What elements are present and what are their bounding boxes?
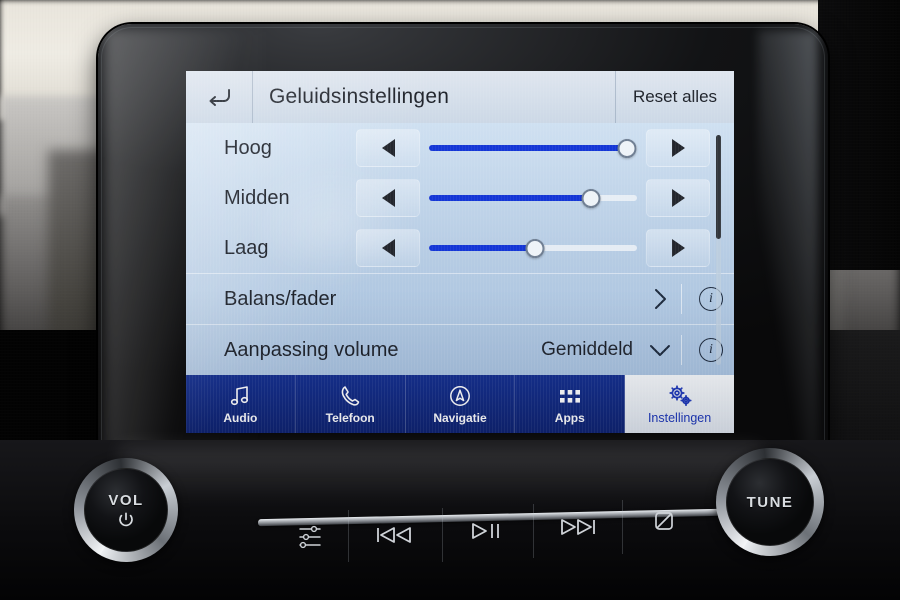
nav-item-navigatie[interactable]: Navigatie — [406, 375, 516, 433]
tune-knob[interactable]: TUNE — [716, 448, 824, 556]
console-glare — [120, 446, 760, 506]
equalizer-sliders-icon — [299, 525, 321, 549]
equalizer-button[interactable] — [284, 514, 336, 560]
triangle-right-icon — [671, 139, 685, 157]
previous-track-button[interactable] — [358, 512, 432, 558]
chevron-right-icon — [645, 288, 675, 310]
previous-track-icon — [377, 527, 411, 543]
nav-item-label: Telefoon — [325, 410, 375, 425]
reset-all-button[interactable]: Reset alles — [615, 71, 734, 123]
touchscreen-display[interactable]: Geluidsinstellingen Reset alles Hoog Mid… — [186, 71, 734, 433]
setting-label: Laag — [224, 236, 269, 259]
button-divider — [533, 504, 534, 558]
gears-icon — [667, 384, 693, 408]
tune-knob-label: TUNE — [746, 493, 794, 511]
mid-increase-button[interactable] — [646, 179, 710, 217]
nav-item-label: Instellingen — [647, 410, 712, 425]
bottom-navigation-bar: Audio Telefoon Navigatie Apps Instelling… — [186, 375, 734, 433]
settings-list: Hoog Midden Laag Balans/fader i Aanpassi… — [186, 123, 734, 375]
display-off-icon — [655, 512, 673, 530]
slider-handle[interactable] — [581, 188, 601, 208]
nav-item-instellingen[interactable]: Instellingen — [625, 375, 734, 433]
treble-decrease-button[interactable] — [356, 129, 420, 167]
slider-handle[interactable] — [525, 238, 545, 258]
volume-knob-label: VOL — [108, 491, 144, 509]
nav-item-label: Apps — [554, 410, 585, 425]
slider-fill — [429, 195, 592, 201]
slider-fill — [429, 145, 627, 151]
slider-fill — [429, 245, 536, 251]
center-console-panel: VOL TUNE — [0, 440, 900, 600]
mid-slider[interactable] — [429, 183, 637, 213]
chevron-down-icon — [645, 344, 675, 357]
music-note-icon — [228, 384, 252, 408]
display-off-button[interactable] — [630, 498, 698, 544]
compass-icon — [448, 384, 472, 408]
nav-item-label: Audio — [223, 410, 258, 425]
row-divider — [681, 335, 682, 365]
setting-row-treble: Hoog — [186, 123, 734, 173]
page-title: Geluidsinstellingen — [269, 85, 450, 108]
setting-value: Gemiddeld — [541, 339, 633, 360]
knob-face: VOL — [84, 468, 168, 552]
scrollbar-thumb[interactable] — [716, 135, 721, 239]
setting-label: Hoog — [224, 136, 272, 159]
setting-row-bass: Laag — [186, 223, 734, 273]
setting-row-volume-adjust[interactable]: Aanpassing volume Gemiddeld i — [186, 324, 734, 375]
next-track-button[interactable] — [540, 504, 614, 550]
treble-slider[interactable] — [429, 133, 637, 163]
triangle-left-icon — [381, 139, 395, 157]
power-icon — [119, 512, 133, 526]
scrollbar-track[interactable] — [716, 135, 721, 365]
knob-face: TUNE — [726, 458, 814, 546]
volume-knob[interactable]: VOL — [74, 458, 178, 562]
volume-adjust-info-button[interactable]: i — [688, 338, 734, 362]
setting-row-balance-fader[interactable]: Balans/fader i — [186, 273, 734, 324]
triangle-left-icon — [381, 189, 395, 207]
balance-fader-info-button[interactable]: i — [688, 287, 734, 311]
title-bar: Geluidsinstellingen Reset alles — [186, 71, 734, 124]
head-unit-bezel: Geluidsinstellingen Reset alles Hoog Mid… — [98, 24, 828, 472]
back-button[interactable] — [186, 71, 253, 123]
nav-item-label: Navigatie — [433, 410, 487, 425]
button-divider — [442, 508, 443, 562]
play-pause-icon — [472, 523, 499, 539]
apps-grid-icon — [558, 384, 582, 408]
nav-item-apps[interactable]: Apps — [515, 375, 626, 433]
treble-increase-button[interactable] — [646, 129, 710, 167]
play-pause-button[interactable] — [450, 508, 524, 554]
setting-row-mid: Midden — [186, 173, 734, 223]
bass-slider[interactable] — [429, 233, 637, 263]
triangle-left-icon — [381, 239, 395, 257]
slider-handle[interactable] — [617, 138, 637, 158]
setting-label: Balans/fader — [224, 287, 337, 310]
bass-decrease-button[interactable] — [356, 229, 420, 267]
button-divider — [622, 500, 623, 554]
bass-increase-button[interactable] — [646, 229, 710, 267]
mid-decrease-button[interactable] — [356, 179, 420, 217]
back-arrow-icon — [209, 89, 230, 106]
button-divider — [348, 510, 349, 562]
setting-label: Midden — [224, 186, 290, 209]
triangle-right-icon — [671, 189, 685, 207]
triangle-right-icon — [671, 239, 685, 257]
nav-item-audio[interactable]: Audio — [186, 375, 296, 433]
row-divider — [681, 284, 682, 314]
nav-item-telefoon[interactable]: Telefoon — [296, 375, 406, 433]
phone-icon — [338, 384, 362, 408]
setting-label: Aanpassing volume — [224, 338, 399, 361]
right-dark-strip — [818, 0, 900, 270]
next-track-icon — [561, 519, 595, 535]
